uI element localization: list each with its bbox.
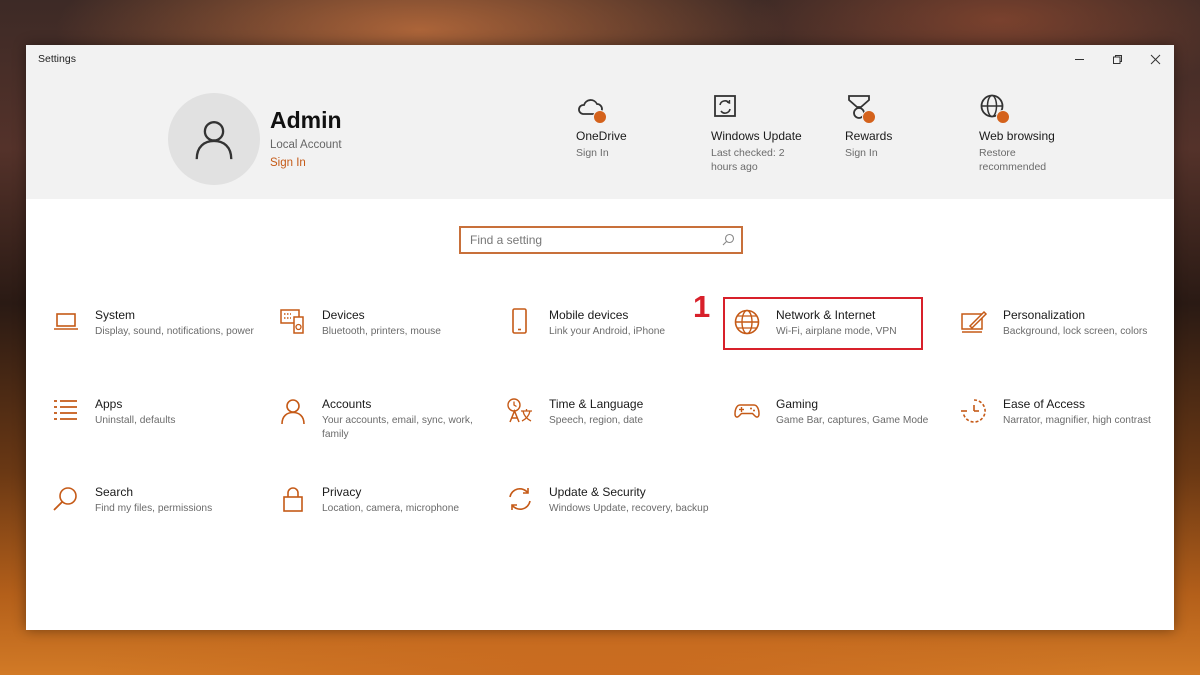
onedrive-status: Sign In [576,147,609,159]
onedrive-label: OneDrive [576,129,627,143]
search-icon [53,487,77,511]
tile-desc: Your accounts, email, sync, work, family [322,415,473,440]
tile-name: Time & Language [549,397,644,411]
keyboard-icon [280,309,304,334]
tile-name: Personalization [1003,308,1086,322]
tile-name: Gaming [776,397,819,411]
tile-name: Search [95,485,134,499]
phone-icon [512,308,527,334]
language-icon [507,398,532,423]
laptop-icon [54,313,78,330]
rewards-label: Rewards [845,129,893,143]
gamepad-icon [734,404,760,418]
paint-icon [961,310,988,333]
update-icon [714,95,736,117]
list-icon [54,400,77,420]
tile-desc: Windows Update, recovery, backup [549,503,709,514]
minimize-icon [1074,58,1084,60]
tile-name: Update & Security [549,485,646,499]
close-icon [1150,54,1160,64]
tile-name: System [95,308,136,322]
notification-dot [593,110,607,124]
highlight-box [723,297,923,350]
tile-name: Devices [322,308,365,322]
tile-desc: Narrator, magnifier, high contrast [1003,415,1151,426]
account-name: Admin [270,107,342,133]
rewards-item[interactable]: Rewards Sign In [845,93,965,160]
tile-desc: Location, camera, microphone [322,503,460,514]
rewards-status: Sign In [845,147,878,159]
maximize-button[interactable] [1098,45,1136,73]
step-number-annotation: 1 [693,289,711,324]
windows-update-item[interactable]: Windows Update Last checked: 2 hours ago [711,93,831,174]
lock-icon [283,487,303,512]
settings-window: Settings Admin Local Account Sign In One… [26,45,1174,630]
tile-name: Ease of Access [1003,397,1086,411]
tile-desc: Bluetooth, printers, mouse [322,326,441,337]
notification-dot [862,110,876,124]
tile-desc: Uninstall, defaults [95,415,176,426]
onedrive-item[interactable]: OneDrive Sign In [576,93,696,160]
title-bar: Settings [26,45,1174,73]
windows-update-status: Last checked: 2 hours ago [711,147,785,173]
person-icon [195,121,233,160]
avatar[interactable] [168,93,260,185]
web-browsing-label: Web browsing [979,129,1055,143]
tile-desc: Display, sound, notifications, power [95,326,254,337]
tile-desc: Game Bar, captures, Game Mode [776,415,929,426]
web-browsing-item[interactable]: Web browsing Restore recommended [979,93,1099,174]
tile-name: Apps [95,397,123,411]
windows-update-label: Windows Update [711,129,802,143]
person-icon [281,399,305,425]
tile-name: Privacy [322,485,362,499]
tile-desc: Link your Android, iPhone [549,326,666,337]
tile-desc: Speech, region, date [549,415,644,426]
tile-name: Mobile devices [549,308,629,322]
tile-name: Accounts [322,397,372,411]
close-button[interactable] [1136,45,1174,73]
search-input[interactable]: Find a setting [459,226,743,254]
account-type: Local Account [270,139,342,151]
sync-icon [509,488,531,510]
window-title: Settings [38,53,76,65]
account-sign-in-link[interactable]: Sign In [270,157,306,169]
minimize-button[interactable] [1060,45,1098,73]
notification-dot [996,110,1010,124]
timer-icon [961,399,986,423]
tile-desc: Find my files, permissions [95,503,213,514]
search-placeholder: Find a setting [470,233,543,247]
search-icon [722,233,735,246]
restore-icon [1112,54,1122,64]
account-header: Admin Local Account Sign In OneDrive Sig… [26,73,1174,199]
tile-desc: Background, lock screen, colors [1003,326,1148,337]
web-browsing-status: Restore recommended [979,147,1047,173]
